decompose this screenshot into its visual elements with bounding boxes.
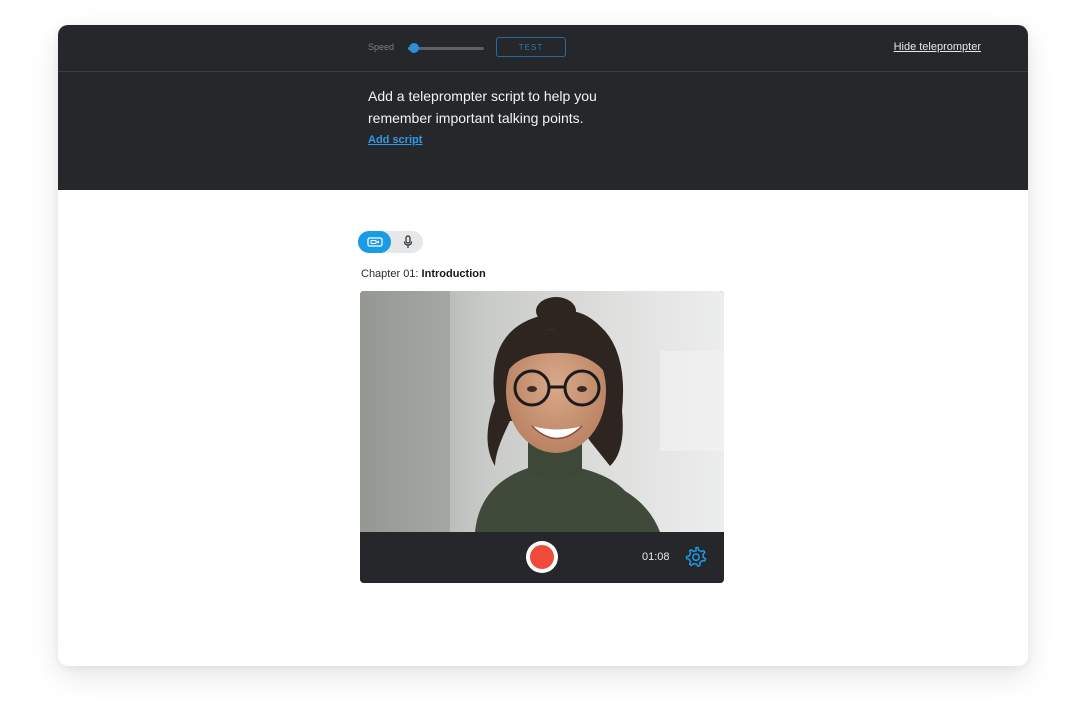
teleprompter-message-line2: remember important talking points.	[368, 110, 584, 126]
recording-timer: 01:08	[642, 551, 670, 563]
speed-slider-thumb[interactable]	[408, 43, 419, 53]
teleprompter-message: Add a teleprompter script to help you re…	[368, 85, 638, 129]
teleprompter-message-line1: Add a teleprompter script to help you	[368, 88, 597, 104]
chapter-heading: Chapter 01: Introduction	[361, 268, 486, 280]
chapter-prefix: Chapter 01:	[361, 268, 419, 280]
video-mode-button[interactable]	[358, 231, 391, 253]
record-icon	[530, 545, 554, 569]
camera-feed-image	[360, 291, 724, 532]
record-button[interactable]	[526, 541, 558, 573]
speed-label: Speed	[368, 42, 395, 52]
speed-slider-track[interactable]	[408, 47, 484, 50]
recorder-controls: 01:08	[360, 532, 724, 583]
recording-window: Speed TEST Hide teleprompter Add a telep…	[58, 25, 1028, 666]
video-camera-icon	[366, 237, 383, 247]
teleprompter-toolbar: Speed TEST Hide teleprompter	[58, 25, 1028, 72]
audio-mode-button[interactable]	[393, 231, 423, 253]
hide-teleprompter-link[interactable]: Hide teleprompter	[894, 41, 981, 53]
add-script-link[interactable]: Add script	[368, 134, 422, 146]
microphone-icon	[403, 235, 413, 248]
gear-icon[interactable]	[684, 545, 708, 569]
test-button[interactable]: TEST	[496, 37, 566, 57]
camera-preview: 01:08	[360, 291, 724, 583]
teleprompter-panel: Speed TEST Hide teleprompter Add a telep…	[58, 25, 1028, 190]
chapter-title: Introduction	[421, 268, 486, 280]
mode-toggle	[358, 231, 423, 253]
